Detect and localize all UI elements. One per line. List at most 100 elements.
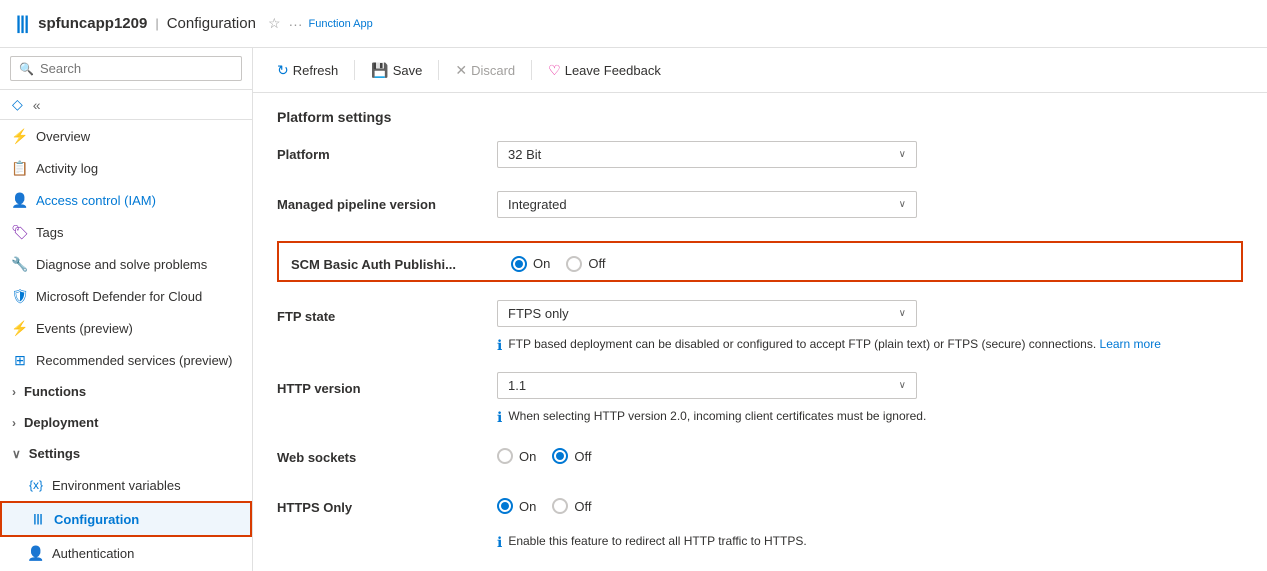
https-only-off-radio[interactable] (552, 498, 568, 514)
sidebar-item-configuration[interactable]: ||| Configuration (0, 501, 252, 537)
ftp-control: FTPS only ∨ (497, 300, 917, 327)
sidebar-label-diagnose: Diagnose and solve problems (36, 257, 240, 272)
discard-button[interactable]: ✕ Discard (447, 58, 523, 83)
https-only-label: HTTPS Only (277, 494, 497, 515)
managed-pipeline-select[interactable]: Integrated ∨ (497, 191, 917, 218)
scm-off-radio[interactable] (566, 256, 582, 272)
sidebar-label-settings: Settings (29, 446, 240, 461)
sidebar-label-deployment: Deployment (24, 415, 240, 430)
http-version-select[interactable]: 1.1 ∨ (497, 372, 917, 399)
deployment-chevron: › (12, 416, 16, 430)
web-sockets-off-radio[interactable] (552, 448, 568, 464)
sidebar-item-authentication[interactable]: 👤 Authentication (0, 537, 252, 569)
save-label: Save (393, 63, 423, 78)
scm-off-label: Off (588, 256, 605, 271)
save-icon: 💾 (371, 62, 388, 79)
web-sockets-off-indicator (556, 452, 564, 460)
scm-off-option[interactable]: Off (566, 256, 605, 272)
ftp-chevron: ∨ (899, 308, 906, 319)
scm-on-option[interactable]: On (511, 256, 550, 272)
sidebar-group-functions[interactable]: › Functions (0, 376, 252, 407)
platform-select[interactable]: 32 Bit ∨ (497, 141, 917, 168)
refresh-button[interactable]: ↻ Refresh (269, 58, 346, 83)
http-version-value: 1.1 (508, 378, 526, 393)
sidebar-group-settings[interactable]: ∨ Settings (0, 438, 252, 469)
access-control-icon: 👤 (12, 192, 28, 208)
http-info: ℹ When selecting HTTP version 2.0, incom… (497, 409, 926, 426)
web-sockets-on-option[interactable]: On (497, 448, 536, 464)
managed-pipeline-field: Managed pipeline version Integrated ∨ (277, 191, 1243, 223)
web-sockets-off-label: Off (574, 449, 591, 464)
refresh-label: Refresh (293, 63, 339, 78)
http-version-field: HTTP version 1.1 ∨ ℹ When selecting HTTP… (277, 372, 1243, 426)
web-sockets-on-label: On (519, 449, 536, 464)
sidebar-item-overview[interactable]: ⚡ Overview (0, 120, 252, 152)
managed-pipeline-chevron: ∨ (899, 199, 906, 210)
main-content: ↻ Refresh 💾 Save ✕ Discard ♡ Leave Feedb… (253, 48, 1267, 571)
https-only-off-option[interactable]: Off (552, 498, 591, 514)
ftp-value: FTPS only (508, 306, 569, 321)
platform-value: 32 Bit (508, 147, 541, 162)
feedback-button[interactable]: ♡ Leave Feedback (540, 58, 669, 83)
sidebar-item-activity-log[interactable]: 📋 Activity log (0, 152, 252, 184)
content-area: Platform settings Platform 32 Bit ∨ Mana… (253, 93, 1267, 571)
platform-chevron: ∨ (899, 149, 906, 160)
app-header: ||| spfuncapp1209 | Configuration ☆ ··· … (0, 0, 1267, 48)
sidebar-item-defender[interactable]: 🛡 Microsoft Defender for Cloud (0, 280, 252, 312)
sidebar: 🔍 ◇ « ⚡ Overview 📋 Activity log 👤 Access… (0, 48, 253, 571)
authentication-icon: 👤 (28, 545, 44, 561)
sidebar-label-tags: Tags (36, 225, 240, 240)
scm-basic-auth-field: SCM Basic Auth Publishi... On Off (277, 241, 1243, 282)
dots-icon[interactable]: ··· (289, 16, 303, 32)
env-vars-icon: {x} (28, 477, 44, 493)
https-only-on-option[interactable]: On (497, 498, 536, 514)
sidebar-label-env-vars: Environment variables (52, 478, 240, 493)
overview-icon: ⚡ (12, 128, 28, 144)
ftp-learn-more-link[interactable]: Learn more (1100, 337, 1161, 351)
star-icon[interactable]: ☆ (268, 15, 281, 32)
sidebar-label-functions: Functions (24, 384, 240, 399)
web-sockets-off-option[interactable]: Off (552, 448, 591, 464)
section-title: Platform settings (277, 109, 1243, 125)
feedback-label: Leave Feedback (565, 63, 661, 78)
web-sockets-on-radio[interactable] (497, 448, 513, 464)
sidebar-item-tags[interactable]: 🏷 Tags (0, 216, 252, 248)
sidebar-collapse-btn[interactable]: « (31, 95, 43, 115)
scm-on-label: On (533, 256, 550, 271)
sidebar-item-events[interactable]: ⚡ Events (preview) (0, 312, 252, 344)
toolbar: ↻ Refresh 💾 Save ✕ Discard ♡ Leave Feedb… (253, 48, 1267, 93)
http-version-control: 1.1 ∨ (497, 372, 917, 399)
toolbar-separator-3 (531, 60, 532, 80)
function-app-subtitle: Function App (309, 18, 373, 30)
sidebar-label-authentication: Authentication (52, 546, 240, 561)
ftp-select[interactable]: FTPS only ∨ (497, 300, 917, 327)
https-only-on-indicator (501, 502, 509, 510)
sidebar-item-recommended[interactable]: ⊞ Recommended services (preview) (0, 344, 252, 376)
app-name: spfuncapp1209 (38, 15, 147, 32)
http-version-chevron: ∨ (899, 380, 906, 391)
sidebar-item-env-vars[interactable]: {x} Environment variables (0, 469, 252, 501)
scm-label: SCM Basic Auth Publishi... (291, 251, 511, 272)
diagnose-icon: 🔧 (12, 256, 28, 272)
web-sockets-label: Web sockets (277, 444, 497, 465)
activity-log-icon: 📋 (12, 160, 28, 176)
sidebar-item-diagnose[interactable]: 🔧 Diagnose and solve problems (0, 248, 252, 280)
search-box[interactable]: 🔍 (10, 56, 242, 81)
ftp-label: FTP state (277, 303, 497, 324)
search-icon: 🔍 (19, 62, 34, 76)
tags-icon: 🏷 (12, 224, 28, 240)
sidebar-group-deployment[interactable]: › Deployment (0, 407, 252, 438)
sidebar-label-configuration: Configuration (54, 512, 238, 527)
search-input[interactable] (40, 61, 233, 76)
sidebar-diamond-btn[interactable]: ◇ (10, 94, 25, 115)
save-button[interactable]: 💾 Save (363, 58, 430, 83)
sidebar-label-overview: Overview (36, 129, 240, 144)
scm-on-radio[interactable] (511, 256, 527, 272)
https-only-radio-group: On Off (497, 494, 591, 514)
sidebar-item-access-control[interactable]: 👤 Access control (IAM) (0, 184, 252, 216)
azure-logo: ||| (16, 13, 28, 34)
sidebar-nav-controls: ◇ « (0, 90, 252, 120)
https-only-on-radio[interactable] (497, 498, 513, 514)
ftp-info-text: FTP based deployment can be disabled or … (508, 337, 1161, 351)
http-version-label: HTTP version (277, 375, 497, 396)
